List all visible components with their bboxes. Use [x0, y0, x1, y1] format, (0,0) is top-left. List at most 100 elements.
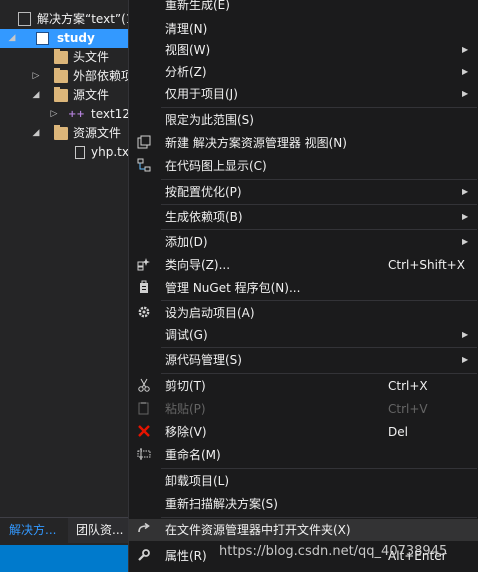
watermark-text: https://blog.csdn.net/qq_40738945 [219, 544, 448, 559]
submenu-arrow-icon: ▶ [462, 330, 469, 339]
tree-item-label: 资源文件 [73, 126, 122, 140]
class-wizard-icon [136, 257, 152, 273]
menu-item-analyze[interactable]: 分析(Z) ▶ [129, 61, 478, 83]
menu-item-label: 重新生成(E) [165, 0, 230, 12]
open-folder-icon [136, 522, 152, 538]
tab-team-explorer[interactable]: 团队资... [68, 518, 128, 543]
menu-separator [161, 347, 477, 348]
tree-item-label: study [57, 31, 95, 45]
menu-separator [161, 229, 477, 230]
solution-icon [18, 12, 31, 26]
menu-separator [161, 468, 477, 469]
menu-item-label: 设为启动项目(A) [165, 306, 255, 320]
menu-item-shortcut: Ctrl+Shift+X [388, 258, 465, 272]
collapse-arrow-icon[interactable]: ◢ [7, 29, 17, 48]
menu-item-rebuild[interactable]: 重新生成(E) [129, 0, 478, 16]
submenu-arrow-icon: ▶ [462, 212, 469, 221]
solution-explorer-panel: 解决方案“text”(1 ◢ study 头文件 ▷ 外部依赖项 ◢ 源文件 ▷… [0, 0, 128, 572]
new-view-icon [136, 135, 152, 151]
submenu-arrow-icon: ▶ [462, 67, 469, 76]
submenu-arrow-icon: ▶ [462, 45, 469, 54]
menu-item-paste[interactable]: 粘贴(P) Ctrl+V [129, 398, 478, 420]
menu-item-view[interactable]: 视图(W) ▶ [129, 39, 478, 61]
menu-item-show-on-code-map[interactable]: 在代码图上显示(C) [129, 155, 478, 177]
folder-icon [54, 68, 68, 83]
menu-item-add[interactable]: 添加(D) ▶ [129, 231, 478, 253]
menu-item-label: 类向导(Z)... [165, 258, 231, 272]
submenu-arrow-icon: ▶ [462, 187, 469, 196]
folder-icon [54, 49, 68, 64]
submenu-arrow-icon: ▶ [462, 237, 469, 246]
paste-icon [136, 401, 152, 417]
code-map-icon [136, 158, 152, 174]
menu-item-unload-project[interactable]: 卸载项目(L) [129, 470, 478, 492]
menu-separator [161, 373, 477, 374]
menu-item-label: 分析(Z) [165, 65, 207, 79]
bottom-tab-strip: 解决方... 团队资... [0, 517, 128, 543]
menu-item-label: 添加(D) [165, 235, 208, 249]
folder-icon [54, 87, 68, 102]
menu-item-rename[interactable]: 重命名(M) [129, 444, 478, 466]
menu-item-label: 仅用于项目(J) [165, 87, 238, 101]
menu-item-label: 限定为此范围(S) [165, 113, 254, 127]
menu-item-rescan-solution[interactable]: 重新扫描解决方案(S) [129, 493, 478, 515]
gear-icon [136, 305, 152, 321]
collapse-arrow-icon[interactable]: ◢ [31, 124, 41, 143]
menu-item-label: 调试(G) [165, 328, 208, 342]
folder-icon [54, 125, 68, 140]
menu-item-manage-nuget[interactable]: 管理 NuGet 程序包(N)... [129, 277, 478, 299]
menu-item-label: 清理(N) [165, 22, 208, 36]
menu-item-project-only[interactable]: 仅用于项目(J) ▶ [129, 83, 478, 105]
submenu-arrow-icon: ▶ [462, 89, 469, 98]
menu-item-shortcut: Ctrl+V [388, 402, 428, 416]
tree-item-text-file[interactable]: yhp.tx [0, 143, 128, 162]
expand-arrow-icon[interactable]: ▷ [31, 67, 41, 86]
menu-item-source-control[interactable]: 源代码管理(S) ▶ [129, 349, 478, 371]
tree-item-source-files[interactable]: ◢ 源文件 [0, 86, 128, 105]
menu-item-build-dependencies[interactable]: 生成依赖项(B) ▶ [129, 206, 478, 228]
submenu-arrow-icon: ▶ [462, 355, 469, 364]
menu-item-label: 源代码管理(S) [165, 353, 242, 367]
expand-arrow-icon[interactable]: ▷ [49, 105, 59, 124]
tree-item-resource-files[interactable]: ◢ 资源文件 [0, 124, 128, 143]
menu-item-clean[interactable]: 清理(N) [129, 18, 478, 40]
close-icon [136, 424, 152, 440]
menu-item-label: 重新扫描解决方案(S) [165, 497, 278, 511]
menu-item-scope-to-this[interactable]: 限定为此范围(S) [129, 109, 478, 131]
tree-item-project-study[interactable]: ◢ study [0, 29, 128, 48]
wrench-icon [136, 548, 152, 564]
scissors-icon [136, 378, 152, 394]
tab-solution-explorer[interactable]: 解决方... [0, 518, 68, 543]
menu-item-class-wizard[interactable]: 类向导(Z)... Ctrl+Shift+X [129, 254, 478, 276]
menu-item-profile-guided-opt[interactable]: 按配置优化(P) ▶ [129, 181, 478, 203]
menu-item-label: 卸载项目(L) [165, 474, 230, 488]
menu-separator [161, 179, 477, 180]
menu-item-label: 重命名(M) [165, 448, 221, 462]
nuget-icon [136, 280, 152, 296]
menu-item-open-in-file-explorer[interactable]: 在文件资源管理器中打开文件夹(X) [129, 519, 478, 541]
menu-item-shortcut: Del [388, 425, 408, 439]
tree-item-solution[interactable]: 解决方案“text”(1 [0, 10, 128, 29]
menu-item-label: 按配置优化(P) [165, 185, 242, 199]
menu-item-label: 粘贴(P) [165, 402, 206, 416]
menu-separator [161, 300, 477, 301]
collapse-arrow-icon[interactable]: ◢ [31, 86, 41, 105]
menu-item-cut[interactable]: 剪切(T) Ctrl+X [129, 375, 478, 397]
menu-separator [161, 517, 477, 518]
menu-item-set-startup-project[interactable]: 设为启动项目(A) [129, 302, 478, 324]
menu-item-label: 在文件资源管理器中打开文件夹(X) [165, 523, 351, 537]
menu-item-remove[interactable]: 移除(V) Del [129, 421, 478, 443]
tree-item-label: 解决方案“text”(1 [37, 12, 128, 26]
tree-item-external-deps[interactable]: ▷ 外部依赖项 [0, 67, 128, 86]
tree-item-label: 头文件 [73, 50, 110, 64]
menu-item-label: 移除(V) [165, 425, 207, 439]
rename-icon [136, 447, 152, 463]
menu-item-new-explorer-view[interactable]: 新建 解决方案资源管理器 视图(N) [129, 132, 478, 154]
menu-item-label: 属性(R) [165, 549, 207, 563]
tree-item-label: 源文件 [73, 88, 110, 102]
menu-item-label: 新建 解决方案资源管理器 视图(N) [165, 136, 347, 150]
tree-item-cpp-file[interactable]: ▷ ++ text12 [0, 105, 128, 124]
tree-item-header-files[interactable]: 头文件 [0, 48, 128, 67]
menu-item-debug[interactable]: 调试(G) ▶ [129, 324, 478, 346]
context-menu: 重新生成(E) 清理(N) 视图(W) ▶ 分析(Z) ▶ 仅用于项目(J) ▶… [128, 0, 478, 572]
